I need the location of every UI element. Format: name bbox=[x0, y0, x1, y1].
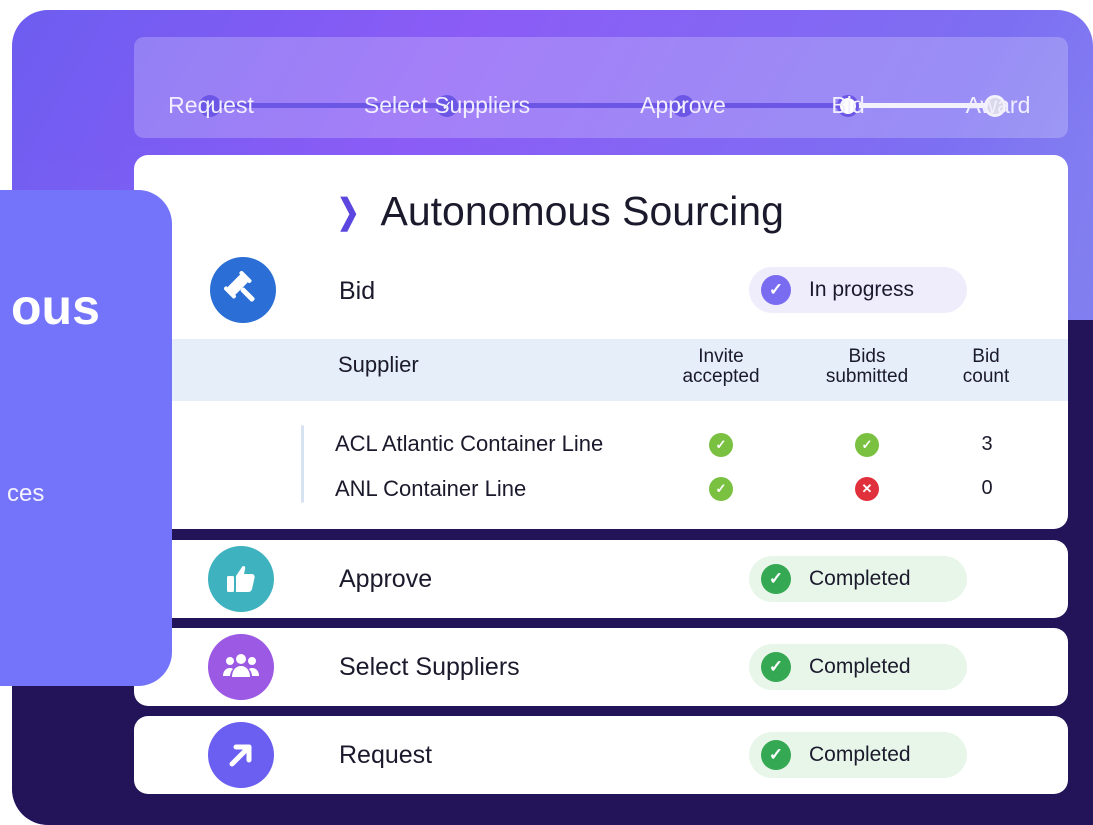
approve-status-badge: ✓ Completed bbox=[749, 556, 967, 602]
select-suppliers-status-text: Completed bbox=[809, 655, 911, 678]
table-divider bbox=[301, 425, 304, 503]
bid-status-badge: ✓ In progress bbox=[749, 267, 967, 313]
page-title-text: Autonomous Sourcing bbox=[380, 188, 784, 234]
gavel-icon bbox=[210, 257, 276, 323]
select-suppliers-stage-row[interactable]: Select Suppliers ✓ Completed bbox=[134, 628, 1068, 706]
feature-callout-card: ous ces bbox=[0, 190, 172, 686]
step-label-select-suppliers[interactable]: Select Suppliers bbox=[364, 92, 530, 119]
step-label-request[interactable]: Request bbox=[168, 92, 254, 119]
page-title: ❯ Autonomous Sourcing bbox=[334, 188, 784, 235]
col-bid-count: Bid count bbox=[962, 346, 1010, 387]
select-suppliers-status-badge: ✓ Completed bbox=[749, 644, 967, 690]
invite-accepted-check-icon: ✓ bbox=[709, 433, 733, 457]
request-stage-row[interactable]: Request ✓ Completed bbox=[134, 716, 1068, 794]
progress-stepper: ✓ ✓ ✓ Request Select Suppliers Approve B… bbox=[134, 37, 1068, 138]
step-label-award[interactable]: Award bbox=[966, 92, 1031, 119]
chevron-right-icon: ❯ bbox=[336, 192, 360, 231]
supplier-table-header: Supplier Invite accepted Bids submitted … bbox=[134, 339, 1068, 401]
bids-submitted-check-icon: ✓ bbox=[855, 433, 879, 457]
approve-stage-row[interactable]: Approve ✓ Completed bbox=[134, 540, 1068, 618]
request-stage-label: Request bbox=[339, 741, 433, 769]
check-icon: ✓ bbox=[761, 275, 791, 305]
select-suppliers-stage-label: Select Suppliers bbox=[339, 653, 520, 681]
supplier-name-acl[interactable]: ACL Atlantic Container Line bbox=[335, 431, 603, 457]
supplier-name-anl[interactable]: ANL Container Line bbox=[335, 476, 526, 502]
arrow-up-right-icon bbox=[208, 722, 274, 788]
callout-subtitle-fragment: ces bbox=[7, 480, 45, 507]
people-icon bbox=[208, 634, 274, 700]
bid-status-text: In progress bbox=[809, 278, 915, 301]
callout-title-fragment: ous bbox=[11, 279, 100, 335]
bid-count-acl: 3 bbox=[981, 433, 993, 455]
bids-not-submitted-x-icon: ✕ bbox=[855, 477, 879, 501]
check-icon: ✓ bbox=[761, 652, 791, 682]
check-icon: ✓ bbox=[761, 740, 791, 770]
col-supplier: Supplier bbox=[338, 352, 419, 377]
step-label-approve[interactable]: Approve bbox=[640, 92, 726, 119]
approve-status-text: Completed bbox=[809, 567, 911, 590]
invite-accepted-check-icon: ✓ bbox=[709, 477, 733, 501]
request-status-badge: ✓ Completed bbox=[749, 732, 967, 778]
col-invite-accepted: Invite accepted bbox=[682, 346, 760, 387]
request-status-text: Completed bbox=[809, 743, 911, 766]
approve-stage-label: Approve bbox=[339, 565, 433, 593]
bid-count-anl: 0 bbox=[981, 477, 993, 499]
bid-stage-card: ❯ Autonomous Sourcing Bid ✓ In progress … bbox=[134, 155, 1068, 529]
check-icon: ✓ bbox=[761, 564, 791, 594]
bid-stage-label: Bid bbox=[339, 277, 376, 305]
col-bids-submitted: Bids submitted bbox=[825, 346, 909, 387]
thumbs-up-icon bbox=[208, 546, 274, 612]
step-label-bid[interactable]: Bid bbox=[831, 92, 864, 119]
